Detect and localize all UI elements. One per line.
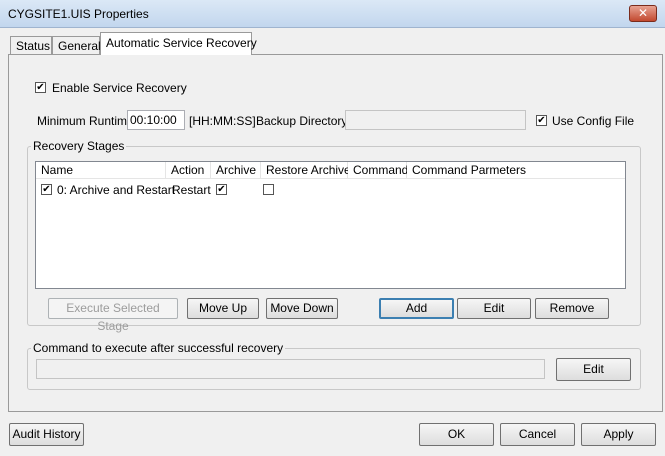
column-header-action-text: Action [171,163,205,177]
add-button[interactable]: Add [379,298,454,319]
row-enabled-checkbox[interactable]: ✔ [41,184,52,195]
move-down-button[interactable]: Move Down [266,298,338,319]
apply-button[interactable]: Apply [581,423,656,446]
column-header-command[interactable]: Command [348,162,409,179]
tab-automatic-service-recovery[interactable]: Automatic Service Recovery [100,32,257,55]
cancel-button[interactable]: Cancel [500,423,575,446]
use-config-checkbox[interactable]: ✔ [536,115,547,126]
edit-stage-button[interactable]: Edit [457,298,531,319]
remove-button[interactable]: Remove [535,298,609,319]
column-header-restore-archive-text: Restore Archive [266,163,351,177]
window-title: CYGSITE1.UIS Properties [8,7,149,21]
tab-general[interactable]: General [52,36,101,54]
execute-selected-stage-button[interactable]: Execute Selected Stage [48,298,178,333]
column-header-name-text: Name [41,163,74,177]
column-header-command-text: Command [353,163,409,177]
move-up-button[interactable]: Move Up [187,298,259,319]
tab-automatic-service-recovery-label: Automatic Service Recovery [106,36,257,50]
min-runtime-input[interactable]: 00:10:00 [127,110,185,130]
tab-general-label: General [58,39,101,53]
row-action: Restart [172,183,211,197]
post-recovery-edit-button[interactable]: Edit [556,358,631,381]
tab-status-label: Status [16,39,51,53]
backup-dir-label: Backup Directory: [256,114,351,128]
ok-button[interactable]: OK [419,423,494,446]
post-recovery-command-input[interactable] [36,359,545,379]
row-archive-checkbox[interactable]: ✔ [216,184,227,195]
recovery-stages-list[interactable]: Name Action Archive Restore Archive Comm… [35,161,626,289]
enable-recovery-checkbox[interactable]: ✔ [35,82,46,93]
recovery-stages-label: Recovery Stages [31,139,127,153]
use-config-label: Use Config File [552,114,635,128]
audit-history-button[interactable]: Audit History [9,423,84,446]
row-name: 0: Archive and Restart [57,183,176,197]
column-header-command-parameters[interactable]: Command Parmeters [407,162,625,179]
column-header-restore-archive[interactable]: Restore Archive [261,162,351,179]
title-bar: CYGSITE1.UIS Properties ✕ [0,0,665,28]
column-header-archive-text: Archive [216,163,257,177]
column-header-action[interactable]: Action [166,162,211,179]
tab-status[interactable]: Status [10,36,52,54]
close-icon: ✕ [637,6,649,20]
column-header-name[interactable]: Name [36,162,166,179]
table-row[interactable]: ✔ 0: Archive and Restart Restart ✔ [36,180,625,198]
row-restore-archive-checkbox[interactable] [263,184,274,195]
close-button[interactable]: ✕ [629,5,657,22]
backup-dir-input[interactable] [345,110,526,130]
post-recovery-label: Command to execute after successful reco… [31,341,286,355]
enable-recovery-label: Enable Service Recovery [52,81,187,95]
column-header-archive[interactable]: Archive [211,162,261,179]
min-runtime-label: Minimum Runtime: [37,114,138,128]
column-header-command-parameters-text: Command Parmeters [412,163,527,177]
min-runtime-format: [HH:MM:SS] [189,114,256,128]
